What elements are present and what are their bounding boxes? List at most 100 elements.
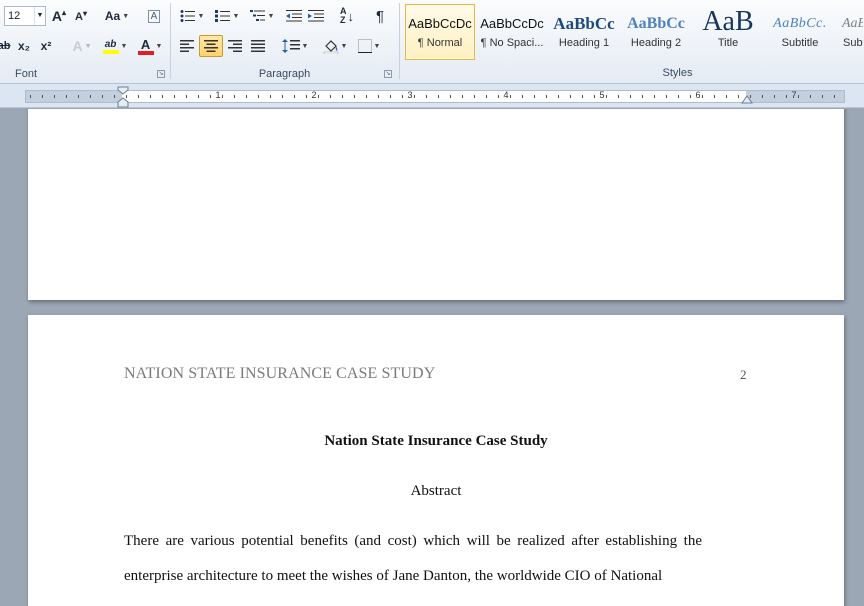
style-name: Title <box>717 37 739 49</box>
ruler-tick <box>318 95 319 98</box>
font-dialog-launcher-icon[interactable]: ↘ <box>157 70 165 78</box>
align-left-button[interactable] <box>176 35 198 57</box>
ruler-tick <box>666 95 667 98</box>
highlight-icon: ab <box>102 39 119 54</box>
ruler-tick <box>306 95 307 98</box>
align-right-button[interactable] <box>224 35 246 57</box>
style-name: Heading 2 <box>630 37 682 49</box>
ruler-tick <box>402 95 403 98</box>
ruler-track[interactable]: 1 2 3 4 5 6 7 <box>25 90 845 103</box>
align-left-icon <box>180 40 194 52</box>
align-right-icon <box>228 40 242 52</box>
document-area[interactable]: NATION STATE INSURANCE CASE STUDY 2 Nati… <box>0 109 864 606</box>
ruler-tick <box>486 95 487 98</box>
ruler-tick <box>42 95 43 98</box>
body-text-line[interactable]: enterprise architecture to meet the wish… <box>124 568 702 585</box>
grow-font-icon: A <box>51 8 63 24</box>
justify-button[interactable] <box>247 35 269 57</box>
right-indent-marker-icon[interactable] <box>741 94 753 104</box>
body-text-line[interactable]: There are various potential benefits (an… <box>124 533 702 550</box>
ruler-tick <box>618 95 619 98</box>
style-heading-1[interactable]: AaBbCc Heading 1 <box>549 4 619 60</box>
ruler-tick <box>162 95 163 98</box>
ruler-tick <box>102 95 103 98</box>
paragraph-dialog-launcher-icon[interactable]: ↘ <box>384 70 392 78</box>
style-subtle-emphasis[interactable]: AaB Subt <box>837 4 864 60</box>
ruler-tick <box>774 95 775 98</box>
ruler-tick <box>654 95 655 98</box>
ruler-tick <box>450 95 451 98</box>
font-color-button[interactable]: A ▼ <box>134 35 166 57</box>
grow-font-button[interactable]: A ▴ <box>49 5 69 27</box>
sort-button[interactable]: A Z ↓ <box>336 5 358 27</box>
ruler-tick <box>438 95 439 98</box>
font-group-label: Font <box>14 68 37 80</box>
change-case-button[interactable]: Aa ▼ <box>102 5 132 27</box>
style-heading-2[interactable]: AaBbCc Heading 2 <box>621 4 691 60</box>
ruler-tick <box>222 95 223 98</box>
page-2[interactable]: NATION STATE INSURANCE CASE STUDY 2 Nati… <box>28 315 844 606</box>
style-no-spacing[interactable]: AaBbCcDc ¶ No Spaci... <box>477 4 547 60</box>
strikethrough-icon: ab <box>0 40 11 52</box>
bullets-button[interactable]: ▼ <box>176 5 208 27</box>
decrease-indent-icon <box>286 10 302 22</box>
text-effects-button[interactable]: A ▼ <box>68 35 96 57</box>
shading-button[interactable]: ▼ <box>319 35 351 57</box>
justify-icon <box>251 40 265 52</box>
paint-bucket-icon <box>323 40 338 54</box>
document-title[interactable]: Nation State Insurance Case Study <box>28 433 844 450</box>
style-title[interactable]: AaB Title <box>693 4 763 60</box>
numbering-button[interactable]: ▼ <box>211 5 243 27</box>
strikethrough-button[interactable]: ab <box>0 35 12 57</box>
borders-button[interactable]: ▼ <box>353 35 385 57</box>
text-effects-icon: A <box>72 38 83 54</box>
ruler-tick <box>174 95 175 98</box>
style-name: Subt <box>843 37 864 49</box>
running-head[interactable]: NATION STATE INSURANCE CASE STUDY <box>124 365 435 383</box>
clear-formatting-button[interactable]: A <box>143 5 165 27</box>
increase-indent-icon <box>308 10 324 22</box>
font-size-value: 12 <box>8 10 21 22</box>
ruler-tick <box>198 95 199 98</box>
ruler-tick <box>606 95 607 98</box>
increase-indent-button[interactable] <box>306 5 326 27</box>
ruler-tick <box>78 95 79 98</box>
horizontal-ruler[interactable]: 1 2 3 4 5 6 7 <box>0 84 864 108</box>
multilevel-list-button[interactable]: ▼ <box>246 5 278 27</box>
ruler-tick <box>378 95 379 98</box>
ruler-tick <box>270 95 271 98</box>
line-spacing-button[interactable]: ▼ <box>279 35 311 57</box>
ruler-tick <box>678 95 679 98</box>
subscript-icon: x₂ <box>17 39 30 53</box>
page-number[interactable]: 2 <box>740 367 747 383</box>
subscript-button[interactable]: x₂ <box>14 35 34 57</box>
style-sample: AaBbCcDc <box>408 16 472 31</box>
align-center-button[interactable] <box>199 35 223 57</box>
paragraph-group: ▼ ▼ ▼ A Z ↓ ¶ ▼ ▼ ▼ Paragraph ↘ <box>171 0 398 84</box>
ruler-tick <box>66 95 67 98</box>
style-sample: AaBbCc. <box>773 16 827 31</box>
superscript-button[interactable]: x² <box>36 35 56 57</box>
first-line-indent-marker-icon[interactable] <box>117 86 129 108</box>
style-sample: AaB <box>702 6 754 37</box>
ruler-tick <box>690 95 691 98</box>
font-group: 12 ▼ A ▴ A ▾ Aa ▼ A ab x₂ x² A ▼ ab ▼ A … <box>0 0 170 84</box>
font-size-box[interactable]: 12 ▼ <box>4 6 46 26</box>
ruler-tick <box>558 95 559 98</box>
ruler-tick <box>738 95 739 98</box>
style-subtitle[interactable]: AaBbCc. Subtitle <box>765 4 835 60</box>
superscript-icon: x² <box>40 39 52 53</box>
ruler-tick <box>330 95 331 98</box>
shrink-font-button[interactable]: A ▾ <box>71 6 91 28</box>
decrease-indent-button[interactable] <box>284 5 304 27</box>
align-center-icon <box>204 40 218 52</box>
page-1[interactable] <box>28 109 844 300</box>
abstract-heading[interactable]: Abstract <box>28 483 844 500</box>
show-formatting-button[interactable]: ¶ <box>370 5 390 27</box>
style-normal[interactable]: AaBbCcDc ¶ Normal <box>405 4 475 60</box>
ruler-tick <box>594 95 595 98</box>
chevron-down-icon[interactable]: ▼ <box>34 7 45 25</box>
highlight-button[interactable]: ab ▼ <box>99 35 131 57</box>
ruler-tick <box>342 95 343 98</box>
ruler-tick <box>426 95 427 98</box>
